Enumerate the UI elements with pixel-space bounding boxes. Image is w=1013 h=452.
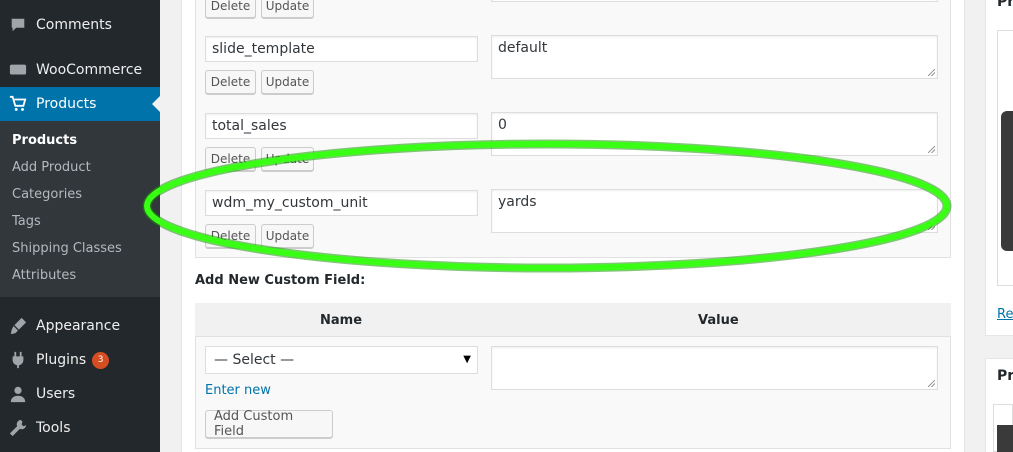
- menu-appearance[interactable]: Appearance: [0, 309, 160, 343]
- cart-icon: [0, 87, 36, 121]
- remove-image-link[interactable]: Re: [997, 307, 1013, 322]
- comment-icon: [0, 8, 36, 42]
- meta-value-textarea-0[interactable]: [491, 0, 938, 2]
- meta-value-textarea-1[interactable]: default: [491, 35, 938, 79]
- menu-woocommerce-label: WooCommerce: [36, 62, 143, 78]
- menu-appearance-label: Appearance: [36, 318, 121, 334]
- products-submenu: Products Add Product Categories Tags Shi…: [0, 121, 160, 297]
- menu-products[interactable]: Products: [0, 87, 160, 121]
- menu-comments[interactable]: Comments: [0, 8, 160, 42]
- menu-users[interactable]: Users: [0, 377, 160, 411]
- name-column-header: Name: [320, 313, 363, 328]
- meta-key-input-2[interactable]: total_sales: [205, 113, 478, 139]
- delete-button-2[interactable]: Delete: [205, 147, 256, 171]
- add-custom-field-header: [195, 303, 951, 337]
- meta-key-select[interactable]: — Select — ▼: [205, 346, 478, 374]
- delete-button-1[interactable]: Delete: [205, 70, 256, 94]
- delete-button-3[interactable]: Delete: [205, 224, 256, 248]
- menu-woocommerce[interactable]: WooCommerce: [0, 53, 160, 87]
- enter-new-link[interactable]: Enter new: [205, 383, 271, 398]
- product-image-icon: [1001, 111, 1013, 251]
- menu-products-label: Products: [36, 96, 97, 112]
- gallery-thumbnail[interactable]: [993, 404, 1013, 452]
- submenu-attributes[interactable]: Attributes: [12, 268, 76, 283]
- gallery-image-icon: [997, 425, 1013, 452]
- update-button-0[interactable]: Update: [261, 0, 314, 18]
- menu-tools-label: Tools: [36, 420, 71, 436]
- woocommerce-icon: [0, 53, 36, 87]
- wrench-icon: [0, 411, 36, 445]
- menu-plugins[interactable]: Plugins 3: [0, 343, 160, 377]
- chevron-down-icon: ▼: [463, 354, 471, 365]
- menu-tools[interactable]: Tools: [0, 411, 160, 445]
- add-custom-field-button[interactable]: Add Custom Field: [205, 409, 333, 439]
- delete-button-0[interactable]: Delete: [205, 0, 256, 18]
- new-meta-value-textarea[interactable]: [491, 346, 938, 390]
- update-button-3[interactable]: Update: [261, 224, 314, 248]
- plugin-icon: [0, 343, 36, 377]
- menu-comments-label: Comments: [36, 17, 112, 33]
- value-column-header: Value: [698, 313, 739, 328]
- meta-key-input-1[interactable]: slide_template: [205, 36, 478, 62]
- brush-icon: [0, 309, 36, 343]
- submenu-categories[interactable]: Categories: [12, 187, 82, 202]
- update-button-2[interactable]: Update: [261, 147, 314, 171]
- widget-title-2: Pro: [997, 368, 1013, 384]
- submenu-shipping-classes[interactable]: Shipping Classes: [12, 241, 122, 256]
- meta-key-select-value: — Select —: [214, 352, 295, 368]
- menu-users-label: Users: [36, 386, 76, 402]
- widget-title-1: Pr: [997, 0, 1013, 10]
- admin-sidebar: Comments WooCommerce Products Products A…: [0, 0, 160, 452]
- submenu-products[interactable]: Products: [12, 133, 77, 148]
- meta-value-textarea-3[interactable]: yards: [491, 189, 938, 233]
- menu-plugins-label: Plugins: [36, 352, 87, 368]
- add-new-custom-field-title: Add New Custom Field:: [195, 273, 366, 288]
- submenu-add-product[interactable]: Add Product: [12, 160, 91, 175]
- plugins-update-badge: 3: [92, 351, 110, 369]
- submenu-tags[interactable]: Tags: [12, 214, 41, 229]
- meta-value-textarea-2[interactable]: 0: [491, 112, 938, 156]
- meta-key-input-3[interactable]: wdm_my_custom_unit: [205, 190, 478, 216]
- product-image-thumbnail[interactable]: [997, 30, 1013, 286]
- update-button-1[interactable]: Update: [261, 70, 314, 94]
- user-icon: [0, 377, 36, 411]
